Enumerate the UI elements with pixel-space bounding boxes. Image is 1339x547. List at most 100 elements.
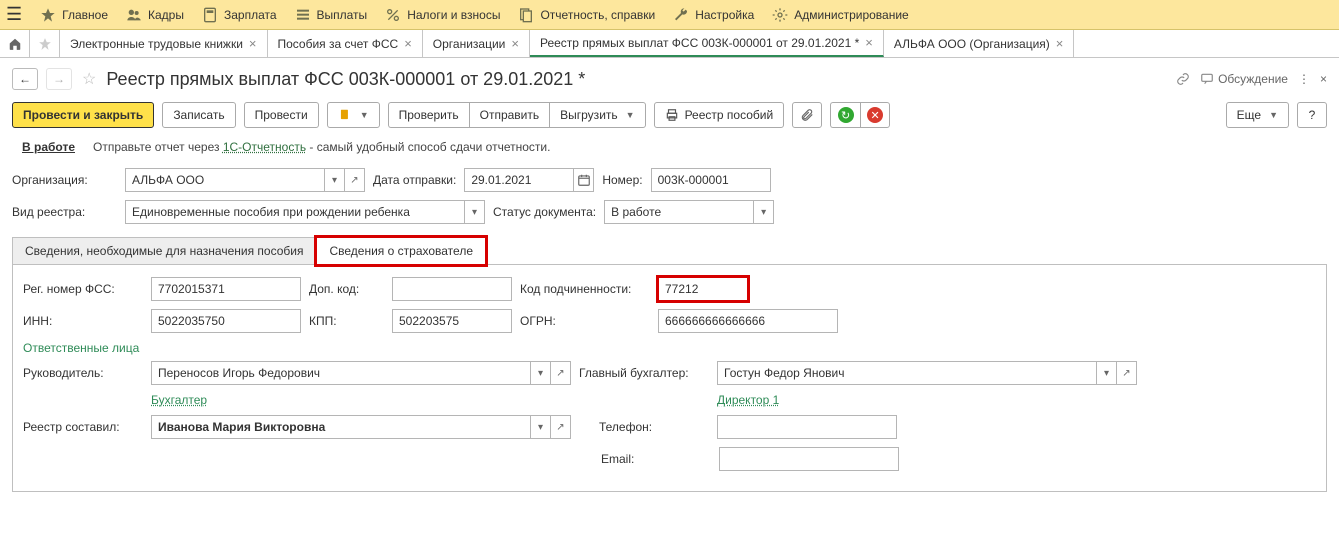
inner-tabs: Сведения, необходимые для назначения пос… xyxy=(12,236,1327,264)
row-kind: Вид реестра: Единовременные пособия при … xyxy=(0,196,1339,228)
tab-benefit-info[interactable]: Сведения, необходимые для назначения пос… xyxy=(12,237,316,265)
close-icon[interactable]: × xyxy=(1320,72,1327,86)
sub-label: Код подчиненности: xyxy=(520,282,650,296)
menu-label: Главное xyxy=(62,8,108,22)
menu-salary[interactable]: Зарплата xyxy=(202,7,277,23)
home-tab[interactable] xyxy=(0,30,30,57)
chevron-down-icon[interactable]: ▾ xyxy=(1097,361,1117,385)
save-button[interactable]: Записать xyxy=(162,102,235,128)
chevron-down-icon[interactable]: ▾ xyxy=(531,361,551,385)
tab-orgs[interactable]: Организации × xyxy=(423,30,530,57)
calendar-icon[interactable] xyxy=(574,168,594,192)
open-icon[interactable]: ↗ xyxy=(1117,361,1137,385)
docstatus-field[interactable]: В работе xyxy=(604,200,754,224)
inn-field[interactable]: 5022035750 xyxy=(151,309,301,333)
close-icon[interactable]: × xyxy=(511,36,519,51)
create-based-button[interactable]: ▼ xyxy=(327,102,380,128)
link-icon[interactable] xyxy=(1176,72,1190,87)
tab-alpha-org[interactable]: АЛЬФА ООО (Организация) × xyxy=(884,30,1075,57)
open-icon[interactable]: ↗ xyxy=(345,168,365,192)
document-tabs: Электронные трудовые книжки × Пособия за… xyxy=(0,30,1339,58)
favs-tab[interactable] xyxy=(30,30,60,57)
chevron-down-icon[interactable]: ▾ xyxy=(325,168,345,192)
wrench-icon xyxy=(673,7,689,23)
phone-label: Телефон: xyxy=(579,420,709,434)
email-label: Email: xyxy=(581,452,711,466)
help-button[interactable]: ? xyxy=(1297,102,1327,128)
menu-reports[interactable]: Отчетность, справки xyxy=(518,7,655,23)
email-field[interactable] xyxy=(719,447,899,471)
close-icon[interactable]: × xyxy=(404,36,412,51)
check-button[interactable]: Проверить xyxy=(388,102,469,128)
doc-icon xyxy=(338,108,352,122)
menu-hr[interactable]: Кадры xyxy=(126,7,184,23)
responsible-title: Ответственные лица xyxy=(23,341,1316,355)
list-icon xyxy=(295,7,311,23)
link-accountant[interactable]: Бухгалтер xyxy=(151,393,571,407)
sub-field[interactable]: 77212 xyxy=(658,277,748,301)
row-email: Email: xyxy=(23,447,1316,471)
tab-fss-benefits[interactable]: Пособия за счет ФСС × xyxy=(268,30,423,57)
refresh-button[interactable]: ↻ xyxy=(830,102,860,128)
cancel-button[interactable]: ✕ xyxy=(860,102,890,128)
registry-label: Реестр пособий xyxy=(685,108,774,122)
chevron-down-icon[interactable]: ▾ xyxy=(754,200,774,224)
menu-admin[interactable]: Администрирование xyxy=(772,7,908,23)
menu-main[interactable]: Главное xyxy=(40,7,108,23)
close-icon[interactable]: × xyxy=(865,35,873,50)
percent-icon xyxy=(385,7,401,23)
doc-state[interactable]: В работе xyxy=(22,140,75,154)
reporting-link[interactable]: 1С-Отчетность xyxy=(223,140,306,154)
date-field[interactable]: 29.01.2021 xyxy=(464,168,574,192)
post-button[interactable]: Провести xyxy=(244,102,319,128)
registry-button[interactable]: Реестр пособий xyxy=(654,102,785,128)
author-field[interactable]: Иванова Мария Викторовна xyxy=(151,415,531,439)
tab-workbooks[interactable]: Электронные трудовые книжки × xyxy=(60,30,268,57)
kpp-field[interactable]: 502203575 xyxy=(392,309,512,333)
kebab-icon[interactable]: ⋮ xyxy=(1298,72,1310,86)
phone-field[interactable] xyxy=(717,415,897,439)
reg-field[interactable]: 7702015371 xyxy=(151,277,301,301)
more-button[interactable]: Еще ▼ xyxy=(1226,102,1289,128)
tab-registry[interactable]: Реестр прямых выплат ФСС 003К-000001 от … xyxy=(530,30,884,57)
close-icon[interactable]: × xyxy=(1056,36,1064,51)
reg-label: Рег. номер ФСС: xyxy=(23,282,143,296)
nav-back[interactable]: ← xyxy=(12,68,38,90)
menu-label: Кадры xyxy=(148,8,184,22)
dop-field[interactable] xyxy=(392,277,512,301)
chat-icon xyxy=(1200,72,1214,86)
menu-payments[interactable]: Выплаты xyxy=(295,7,368,23)
head-field[interactable]: Переносов Игорь Федорович xyxy=(151,361,531,385)
tab-label: Электронные трудовые книжки xyxy=(70,37,243,51)
link-director[interactable]: Директор 1 xyxy=(717,393,779,407)
discuss-button[interactable]: Обсуждение xyxy=(1200,72,1288,86)
hint-text: Отправьте отчет через 1С-Отчетность - са… xyxy=(93,140,550,154)
page-header: ← → ☆ Реестр прямых выплат ФСС 003К-0000… xyxy=(0,58,1339,98)
refresh-icon: ↻ xyxy=(838,107,854,123)
kind-field[interactable]: Единовременные пособия при рождении ребе… xyxy=(125,200,465,224)
acct-field[interactable]: Гостун Федор Янович xyxy=(717,361,1097,385)
ogrn-field[interactable]: 666666666666666 xyxy=(658,309,838,333)
export-button[interactable]: Выгрузить ▼ xyxy=(549,102,645,128)
favorite-toggle[interactable]: ☆ xyxy=(82,69,96,89)
num-field[interactable]: 003К-000001 xyxy=(651,168,771,192)
org-field[interactable]: АЛЬФА ООО xyxy=(125,168,325,192)
menu-icon[interactable]: ☰ xyxy=(6,4,22,25)
menu-settings[interactable]: Настройка xyxy=(673,7,754,23)
menu-taxes[interactable]: Налоги и взносы xyxy=(385,7,500,23)
chevron-down-icon[interactable]: ▾ xyxy=(531,415,551,439)
paperclip-icon xyxy=(800,108,814,122)
post-and-close-button[interactable]: Провести и закрыть xyxy=(12,102,154,128)
chevron-down-icon[interactable]: ▾ xyxy=(465,200,485,224)
attach-button[interactable] xyxy=(792,102,822,128)
close-icon[interactable]: × xyxy=(249,36,257,51)
num-label: Номер: xyxy=(602,173,642,187)
close-icon: ✕ xyxy=(867,107,883,123)
inn-label: ИНН: xyxy=(23,314,143,328)
chevron-down-icon: ▼ xyxy=(626,110,635,120)
send-button[interactable]: Отправить xyxy=(469,102,550,128)
menu-label: Выплаты xyxy=(317,8,368,22)
open-icon[interactable]: ↗ xyxy=(551,361,571,385)
tab-insurer-info[interactable]: Сведения о страхователе xyxy=(316,237,486,265)
open-icon[interactable]: ↗ xyxy=(551,415,571,439)
